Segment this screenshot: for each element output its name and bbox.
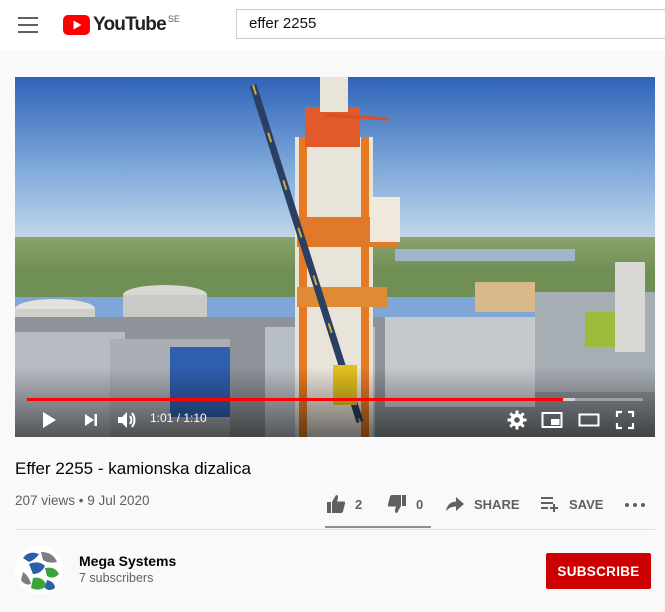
search-input[interactable]: effer 2255 xyxy=(236,9,665,39)
subscriber-count: 7 subscribers xyxy=(79,571,154,585)
fullscreen-button[interactable] xyxy=(613,408,637,432)
play-icon xyxy=(43,412,56,428)
share-button[interactable]: SHARE xyxy=(445,493,520,515)
more-actions-button[interactable] xyxy=(624,493,646,515)
view-count-date: 207 views • 9 Jul 2020 xyxy=(15,493,150,508)
miniplayer-button[interactable] xyxy=(540,408,564,432)
save-label: SAVE xyxy=(569,496,604,512)
divider xyxy=(15,529,655,530)
settings-button[interactable] xyxy=(505,408,529,432)
play-button[interactable] xyxy=(37,408,61,432)
share-icon xyxy=(446,497,464,511)
volume-icon xyxy=(118,412,136,428)
theater-icon xyxy=(578,413,600,427)
video-title: Effer 2255 - kamionska dizalica xyxy=(15,459,251,478)
theater-mode-button[interactable] xyxy=(577,408,601,432)
progress-bar[interactable] xyxy=(27,398,643,401)
like-icon xyxy=(327,495,346,513)
channel-avatar[interactable] xyxy=(15,546,63,594)
settings-icon xyxy=(507,410,527,430)
fullscreen-icon xyxy=(615,410,635,430)
country-code: SE xyxy=(167,14,180,24)
sentiment-bar xyxy=(325,526,431,528)
volume-button[interactable] xyxy=(115,408,139,432)
time-display: 1:01 / 1:10 xyxy=(150,411,207,425)
video-player[interactable]: 1:01 / 1:10 xyxy=(15,77,655,437)
dislike-icon xyxy=(387,495,406,513)
like-button[interactable]: 2 xyxy=(326,493,362,515)
channel-name[interactable]: Mega Systems xyxy=(79,553,176,569)
menu-icon[interactable] xyxy=(18,17,38,33)
masthead: YouTube SE effer 2255 xyxy=(0,0,665,50)
more-icon xyxy=(625,503,645,507)
subscribe-button[interactable]: SUBSCRIBE xyxy=(546,553,651,589)
logo-wordmark: YouTube xyxy=(93,14,167,35)
miniplayer-icon xyxy=(541,412,563,428)
youtube-logo-icon xyxy=(63,15,90,35)
youtube-logo[interactable]: YouTube SE xyxy=(63,13,180,37)
save-icon xyxy=(541,497,558,512)
progress-played xyxy=(27,398,563,401)
next-button[interactable] xyxy=(79,408,103,432)
dislike-button[interactable]: 0 xyxy=(387,493,423,515)
save-button[interactable]: SAVE xyxy=(540,493,603,515)
share-label: SHARE xyxy=(474,496,520,512)
like-count: 2 xyxy=(355,496,363,512)
next-icon xyxy=(85,414,97,426)
dislike-count: 0 xyxy=(416,496,424,512)
